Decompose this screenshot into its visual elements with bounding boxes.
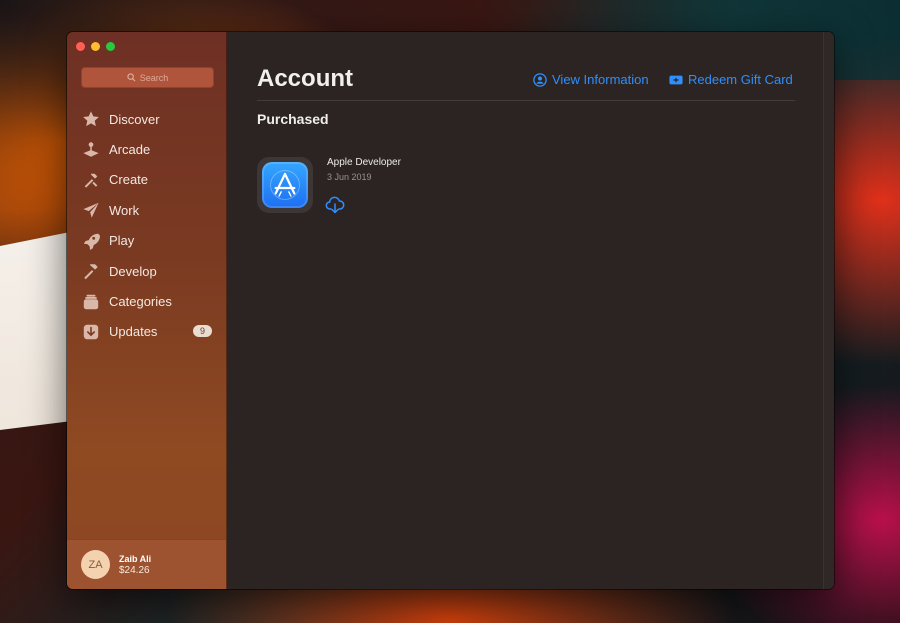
sidebar-item-play[interactable]: Play [67, 226, 226, 256]
icloud-download-icon[interactable] [325, 195, 345, 215]
header-divider [257, 100, 795, 101]
sidebar-nav: Discover Arcade Create Work Play Develop… [67, 104, 226, 347]
app-name[interactable]: Apple Developer [327, 157, 401, 168]
avatar: ZA [81, 550, 110, 579]
sidebar-item-label: Discover [109, 111, 160, 127]
hammer-icon [81, 261, 101, 281]
sidebar-item-label: Arcade [109, 142, 151, 158]
main-content: Account View Information Redeem Gift Car… [227, 32, 834, 589]
sidebar-item-label: Categories [109, 294, 172, 310]
redeem-gift-card-label: Redeem Gift Card [688, 72, 793, 87]
updates-count-badge: 9 [192, 324, 212, 337]
view-information-label: View Information [552, 72, 649, 87]
scrollbar[interactable] [823, 32, 834, 589]
sidebar-item-categories[interactable]: Categories [67, 286, 226, 316]
sidebar-item-discover[interactable]: Discover [67, 104, 226, 134]
app-store-window: Search Discover Arcade Create Work Play … [67, 32, 834, 589]
hammer-brush-icon [81, 170, 101, 190]
user-balance: $24.26 [119, 564, 150, 576]
list-item: Apple Developer 3 Jun 2019 [257, 157, 401, 214]
redeem-gift-card-link[interactable]: Redeem Gift Card [669, 72, 793, 87]
sidebar-item-label: Updates [109, 324, 158, 340]
user-info: Zaib Ali $24.26 [119, 554, 151, 576]
gift-card-icon [669, 75, 683, 84]
sidebar-item-label: Create [109, 172, 149, 188]
stack-icon [81, 292, 101, 312]
sidebar-item-develop[interactable]: Develop [67, 256, 226, 286]
window-controls [76, 42, 115, 51]
zoom-window-button[interactable] [106, 42, 115, 51]
search-placeholder: Search [139, 72, 169, 83]
close-window-button[interactable] [76, 42, 85, 51]
sidebar: Search Discover Arcade Create Work Play … [67, 32, 227, 589]
view-information-link[interactable]: View Information [533, 72, 649, 87]
sidebar-item-work[interactable]: Work [67, 195, 226, 225]
sidebar-item-label: Play [109, 233, 135, 249]
page-title: Account [257, 65, 353, 92]
download-icon [81, 322, 101, 342]
section-title: Purchased [257, 111, 329, 127]
sidebar-item-create[interactable]: Create [67, 165, 226, 195]
sidebar-item-label: Work [109, 202, 140, 218]
minimize-window-button[interactable] [91, 42, 100, 51]
search-icon [127, 73, 136, 82]
joystick-icon [81, 140, 101, 160]
search-input[interactable]: Search [81, 67, 214, 88]
user-name: Zaib Ali [119, 553, 152, 564]
rocket-icon [81, 231, 101, 251]
sidebar-item-updates[interactable]: Updates 9 [67, 317, 226, 347]
sidebar-item-arcade[interactable]: Arcade [67, 134, 226, 164]
paper-plane-icon [81, 200, 101, 220]
purchase-date: 3 Jun 2019 [327, 172, 372, 182]
account-user-button[interactable]: ZA Zaib Ali $24.26 [67, 539, 226, 589]
star-icon [81, 109, 101, 129]
person-circle-icon [533, 72, 547, 87]
sidebar-item-label: Develop [109, 263, 157, 279]
app-store-icon[interactable] [257, 157, 313, 213]
